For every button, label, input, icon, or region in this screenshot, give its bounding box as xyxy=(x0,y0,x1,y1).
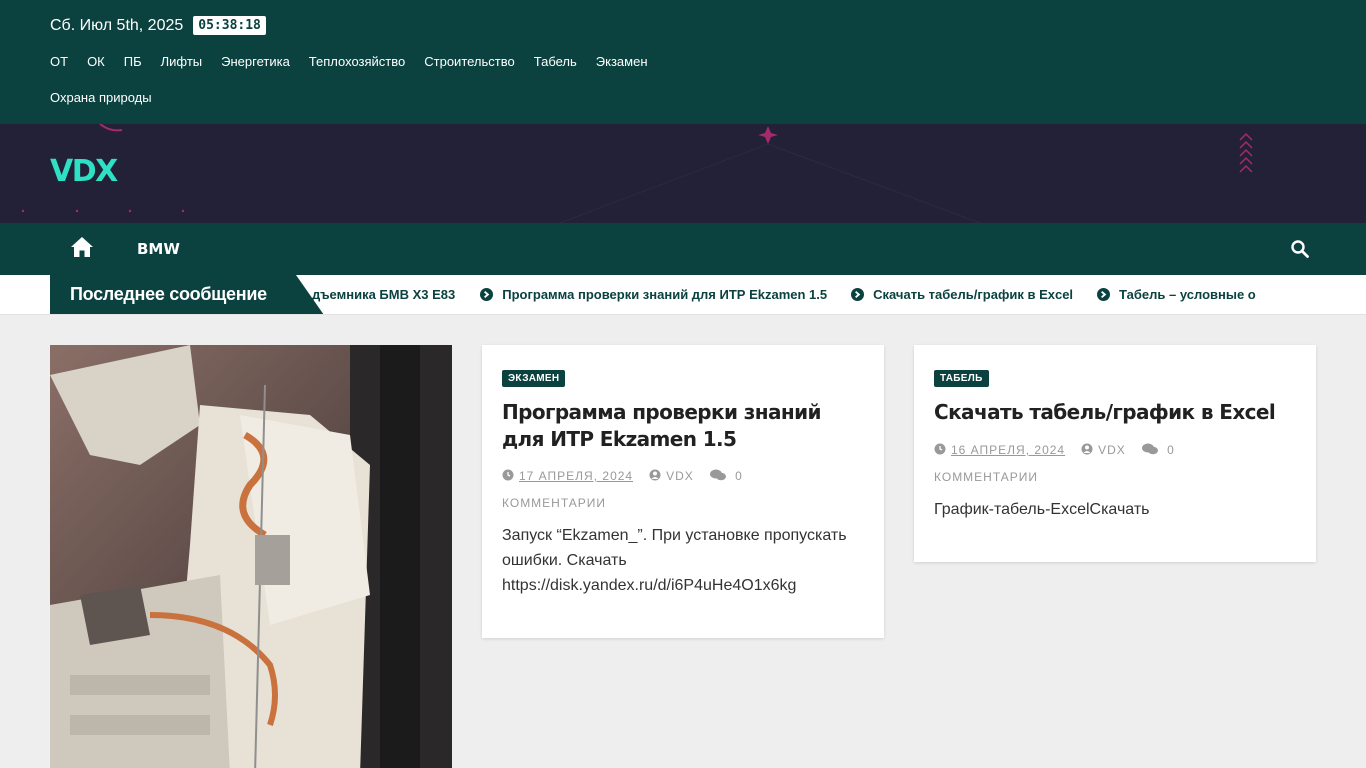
top-menu-item-timesheet[interactable]: Табель xyxy=(534,54,577,70)
post-date[interactable]: 17 АПРЕЛЯ, 2024 xyxy=(519,469,633,483)
top-menu-item-pb[interactable]: ПБ xyxy=(124,54,142,70)
brand-header: VDX xyxy=(0,124,1366,223)
post-author[interactable]: VDX xyxy=(1098,443,1126,457)
comments-label[interactable]: КОММЕНТАРИИ xyxy=(934,470,1038,484)
ticker-item[interactable]: дъемника БМВ Х3 Е83 xyxy=(312,287,455,302)
ticker-item-text: дъемника БМВ Х3 Е83 xyxy=(312,287,456,302)
comments-count[interactable]: 0 xyxy=(735,469,743,483)
search-icon[interactable] xyxy=(1290,239,1310,259)
post-excerpt: График-табель-ExcelСкачать xyxy=(934,501,1150,518)
featured-post-image[interactable] xyxy=(50,345,452,768)
comments-icon xyxy=(1141,443,1158,455)
ticker-item[interactable]: Скачать табель/график в Excel xyxy=(851,287,1073,302)
post-meta: 16 АПРЕЛЯ, 2024 VDX 0 КОММЕНТАРИИ xyxy=(934,437,1294,491)
post-card: ЭКЗАМЕН Программа проверки знаний для ИТ… xyxy=(482,345,884,638)
top-menu-item-nature[interactable]: Охрана природы xyxy=(50,90,152,106)
date-line: Сб. Июл 5th, 2025 05:38:18 xyxy=(50,16,266,35)
post-title[interactable]: Скачать табель/график в Excel xyxy=(934,399,1294,426)
top-menu-item-ok[interactable]: ОК xyxy=(87,54,105,70)
top-bar: Сб. Июл 5th, 2025 05:38:18 ОТ ОК ПБ Лифт… xyxy=(0,0,1366,124)
clock-icon xyxy=(502,469,514,481)
arrow-circle-icon xyxy=(1097,288,1111,301)
home-icon[interactable] xyxy=(70,236,96,260)
comments-label[interactable]: КОММЕНТАРИИ xyxy=(502,496,606,510)
comments-count[interactable]: 0 xyxy=(1167,443,1175,457)
ticker-item[interactable]: Табель – условные о xyxy=(1097,287,1256,302)
top-menu: ОТ ОК ПБ Лифты Энергетика Теплохозяйство… xyxy=(50,54,690,126)
category-badge[interactable]: ЭКЗАМЕН xyxy=(502,370,566,387)
category-badge[interactable]: ТАБЕЛЬ xyxy=(934,370,989,387)
top-menu-item-construction[interactable]: Строительство xyxy=(424,54,514,70)
post-card: ТАБЕЛЬ Скачать табель/график в Excel 16 … xyxy=(914,345,1316,562)
post-excerpt: Запуск “Ekzamen_”. При установке пропуск… xyxy=(502,527,847,594)
post-date[interactable]: 16 АПРЕЛЯ, 2024 xyxy=(951,443,1065,457)
user-icon xyxy=(1081,443,1093,455)
comments-icon xyxy=(709,469,726,481)
clock-icon xyxy=(934,443,946,455)
ticker-item[interactable]: Программа проверки знаний для ИТР Ekzame… xyxy=(480,287,827,302)
main-nav: BMW xyxy=(0,223,1366,275)
post-author[interactable]: VDX xyxy=(666,469,694,483)
current-date: Сб. Июл 5th, 2025 xyxy=(50,16,184,34)
nav-item-bmw[interactable]: BMW xyxy=(137,240,180,258)
top-menu-item-heat[interactable]: Теплохозяйство xyxy=(309,54,405,70)
arrow-circle-icon xyxy=(480,288,494,301)
ticker-item-text: Табель – условные о xyxy=(1119,287,1256,302)
top-menu-item-energy[interactable]: Энергетика xyxy=(221,54,290,70)
ticker-label: Последнее сообщение xyxy=(50,275,324,314)
ticker-item-text: Скачать табель/график в Excel xyxy=(873,287,1074,302)
header-decoration xyxy=(21,124,1253,223)
ticker-track: дъемника БМВ Х3 Е83 Программа проверки з… xyxy=(280,275,1316,314)
top-menu-item-lifts[interactable]: Лифты xyxy=(161,54,203,70)
post-title[interactable]: Программа проверки знаний для ИТР Ekzame… xyxy=(502,399,862,453)
news-ticker: дъемника БМВ Х3 Е83 Программа проверки з… xyxy=(0,275,1366,315)
clock-badge: 05:38:18 xyxy=(193,16,266,35)
post-meta: 17 АПРЕЛЯ, 2024 VDX 0 КОММЕНТАРИИ xyxy=(502,463,862,517)
top-menu-item-ot[interactable]: ОТ xyxy=(50,54,68,70)
top-menu-item-exam[interactable]: Экзамен xyxy=(596,54,648,70)
ticker-item-text: Программа проверки знаний для ИТР Ekzame… xyxy=(502,287,828,302)
arrow-circle-icon xyxy=(851,288,865,301)
site-logo[interactable]: VDX xyxy=(50,154,118,189)
user-icon xyxy=(649,469,661,481)
